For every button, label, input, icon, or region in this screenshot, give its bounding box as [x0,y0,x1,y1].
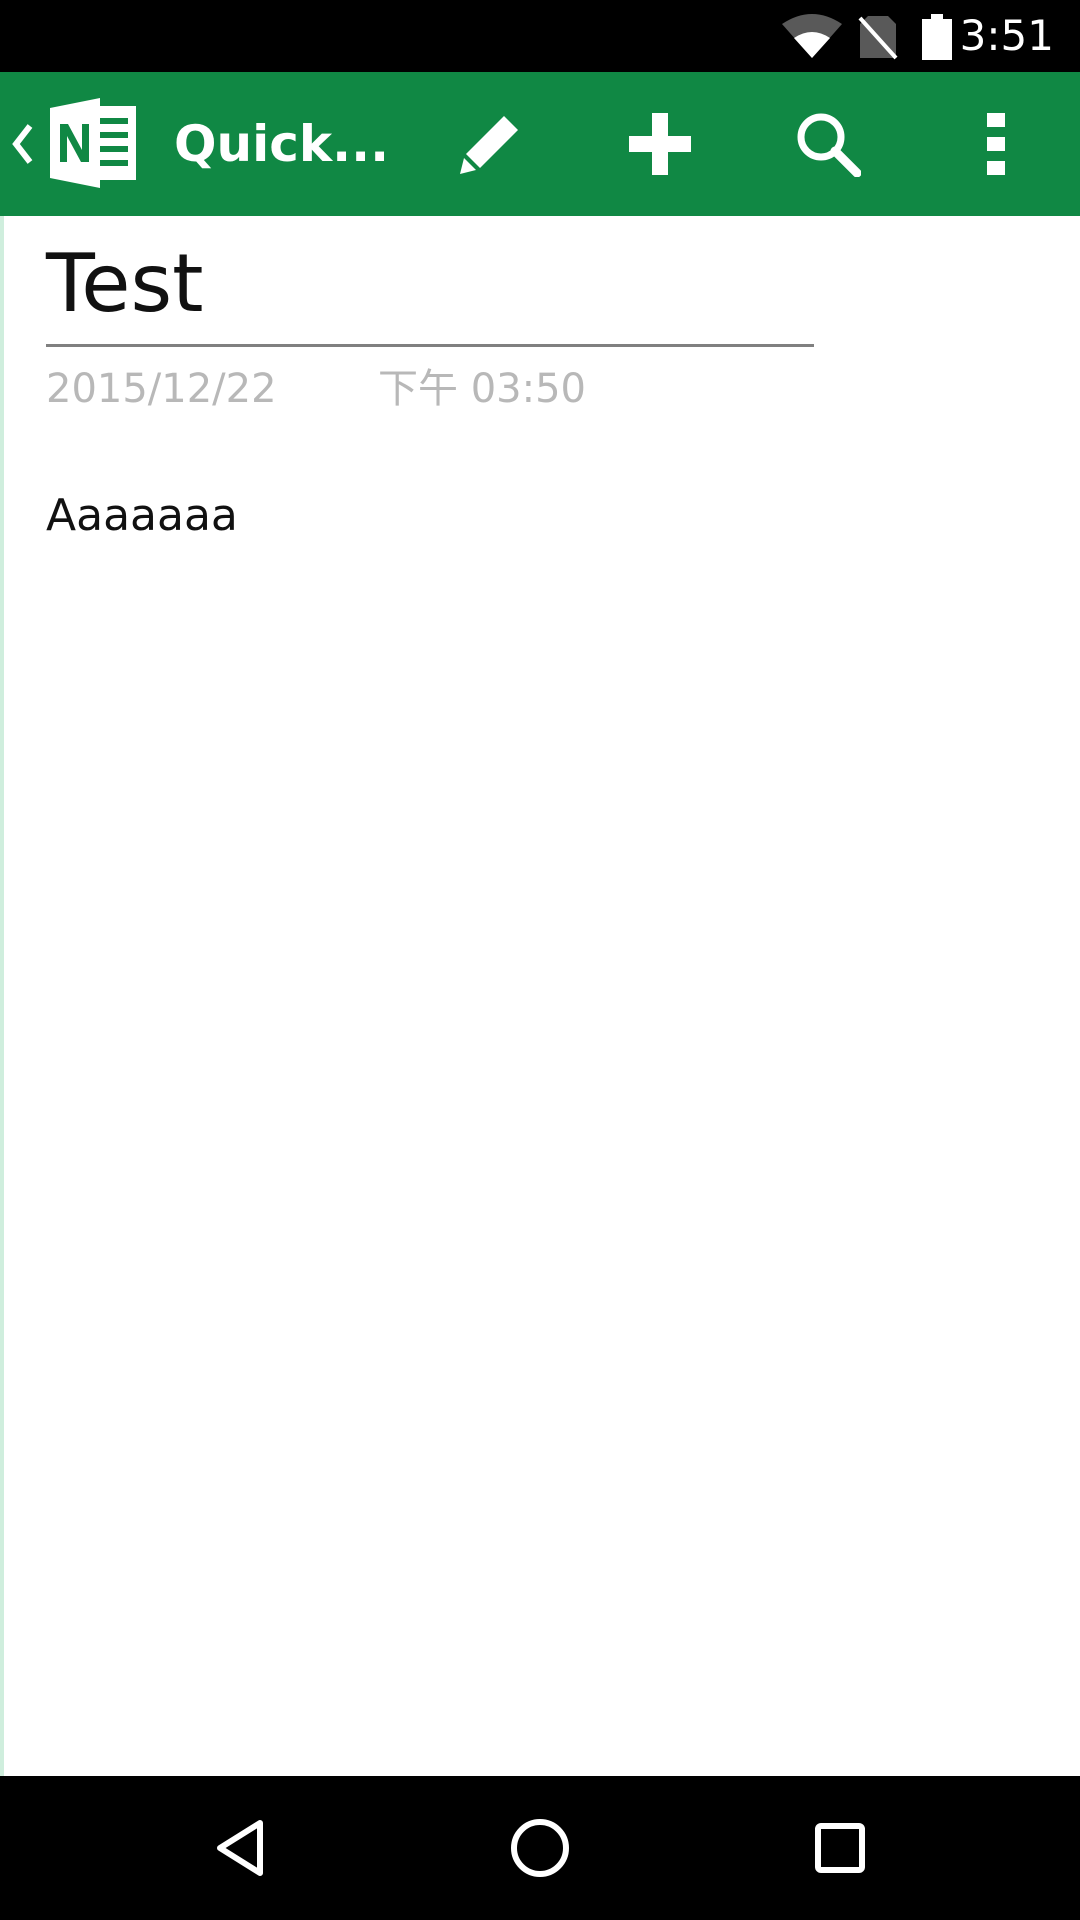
back-icon [217,1820,263,1876]
screen: 3:51 Quick... Test 2015/12/22 下午 03:50 A… [0,0,1080,1920]
home-button[interactable] [450,1776,630,1920]
note-page[interactable]: Test 2015/12/22 下午 03:50 Aaaaaaa [0,216,1080,1776]
search-button[interactable] [756,72,900,216]
recents-icon [815,1823,865,1873]
note-time: 下午 03:50 [378,366,586,412]
navigation-bar [0,1776,1080,1920]
edit-button[interactable] [418,72,562,216]
status-time: 3:51 [959,11,1054,60]
app-title: Quick... [174,115,390,173]
note-body[interactable]: Aaaaaaa [46,488,238,544]
wifi-icon [782,14,842,58]
note-title[interactable]: Test [46,236,204,332]
app-bar: Quick... [0,72,1080,216]
overflow-menu-icon [987,113,1005,175]
home-icon [511,1819,569,1877]
up-button[interactable] [0,72,160,216]
note-date: 2015/12/22 [46,366,277,412]
search-icon [797,113,861,177]
title-divider [46,344,814,347]
back-button[interactable] [150,1776,330,1920]
no-sim-icon [858,16,898,60]
overflow-menu-button[interactable] [924,72,1068,216]
chevron-left-icon [12,124,33,164]
edit-icon [460,116,518,174]
recents-button[interactable] [750,1776,930,1920]
battery-icon [922,14,952,60]
add-icon [629,113,691,175]
status-bar: 3:51 [0,0,1080,72]
add-button[interactable] [588,72,732,216]
onenote-logo-icon [50,98,136,188]
